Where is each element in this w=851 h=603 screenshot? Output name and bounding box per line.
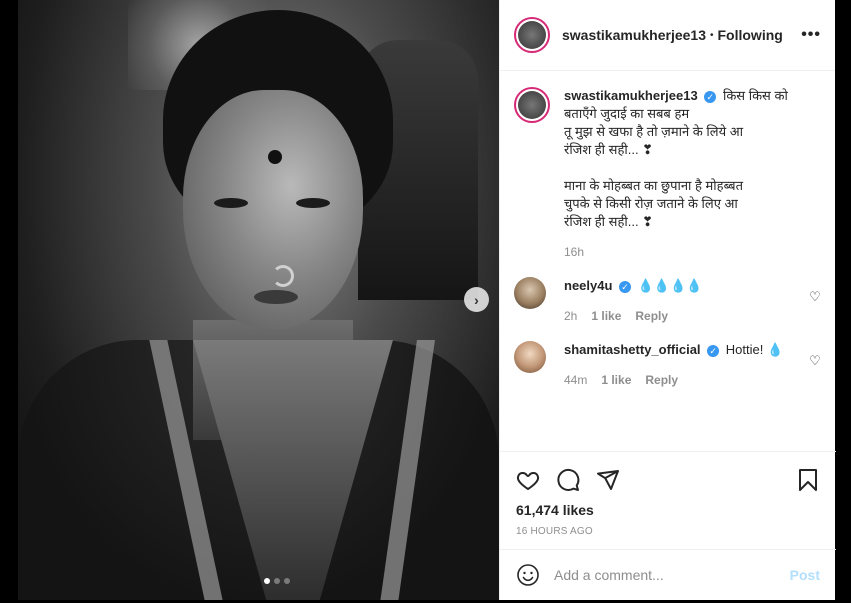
verified-icon: ✓ [707,344,720,357]
share-paper-plane-icon[interactable] [596,468,620,492]
comment-meta: 2h 1 like Reply [564,307,808,325]
author-avatar-image [518,21,546,49]
bookmark-save-icon[interactable] [796,468,820,492]
comment-body: shamitashetty_official ✓ Hottie! 💧 44m 1… [564,341,808,389]
comment-likes[interactable]: 1 like [601,371,631,389]
emoji-smiley-icon[interactable] [516,563,540,587]
post-photo[interactable] [18,0,499,600]
post-modal: › swastikamukherjee13 • Following ••• sw… [0,0,851,603]
comment-avatar[interactable] [514,277,550,313]
action-icons [516,460,820,500]
post-timestamp[interactable]: 16 HOURS AGO [516,526,820,537]
comment-bubble-icon[interactable] [556,468,580,492]
photo-bindi [268,150,282,164]
comment-likes[interactable]: 1 like [591,307,621,325]
comment-body: neely4u ✓ 💧💧💧💧 2h 1 like Reply [564,277,808,325]
following-button[interactable]: Following [718,27,783,43]
comment-time[interactable]: 44m [564,371,587,389]
likes-count[interactable]: 61,474 likes [516,502,820,518]
comment-row: shamitashetty_official ✓ Hottie! 💧 44m 1… [514,341,822,389]
comment-like-heart-icon[interactable]: ♡ [808,289,822,325]
verified-icon: ✓ [619,280,632,293]
caption-time[interactable]: 16h [564,243,584,261]
author-username[interactable]: swastikamukherjee13 [562,27,706,43]
post-sidebar: swastikamukherjee13 • Following ••• swas… [499,0,836,600]
caption-text: किस किस को बताएँगे जुदाई का सबब हम तू मु… [564,88,788,229]
reply-button[interactable]: Reply [635,307,668,325]
verified-icon: ✓ [704,90,717,103]
comment-text: Hottie! 💧 [725,342,784,357]
comments-section[interactable]: swastikamukherjee13 ✓ किस किस को बताएँगे… [500,71,836,451]
caption: swastikamukherjee13 ✓ किस किस को बताएँगे… [514,87,822,261]
photo-eye-right [296,198,330,208]
photo-lips [254,290,298,304]
carousel-dot-2 [274,578,280,584]
post-actions: 61,474 likes 16 HOURS AGO [500,451,836,551]
more-options-icon[interactable]: ••• [801,26,821,44]
add-comment-bar: Add a comment... Post [500,549,836,600]
comment-like-heart-icon[interactable]: ♡ [808,353,822,389]
comment-avatar-image [514,277,546,309]
post-header: swastikamukherjee13 • Following ••• [500,0,835,71]
comment-username[interactable]: shamitashetty_official [564,342,701,357]
header-separator: • [709,29,714,41]
reply-button[interactable]: Reply [645,371,678,389]
comment-avatar-image [514,341,546,373]
caption-username[interactable]: swastikamukherjee13 [564,88,698,103]
caption-body: swastikamukherjee13 ✓ किस किस को बताएँगे… [564,87,822,261]
post-comment-button[interactable]: Post [790,567,820,583]
carousel-indicator [264,578,290,584]
like-heart-icon[interactable] [516,468,540,492]
carousel-dot-3 [284,578,290,584]
next-image-button[interactable]: › [464,287,489,312]
comment-avatar[interactable] [514,341,550,377]
caption-avatar[interactable] [514,87,550,123]
caption-avatar-image [518,91,546,119]
carousel-dot-1 [264,578,270,584]
comment-text: 💧💧💧💧 [637,278,703,293]
author-avatar[interactable] [514,17,550,53]
comment-time[interactable]: 2h [564,307,577,325]
caption-meta: 16h [564,243,822,261]
photo-eye-left [214,198,248,208]
comment-row: neely4u ✓ 💧💧💧💧 2h 1 like Reply ♡ [514,277,822,325]
comment-meta: 44m 1 like Reply [564,371,808,389]
photo-nose-ring [272,265,294,287]
comment-username[interactable]: neely4u [564,278,612,293]
add-comment-input[interactable]: Add a comment... [554,567,790,583]
